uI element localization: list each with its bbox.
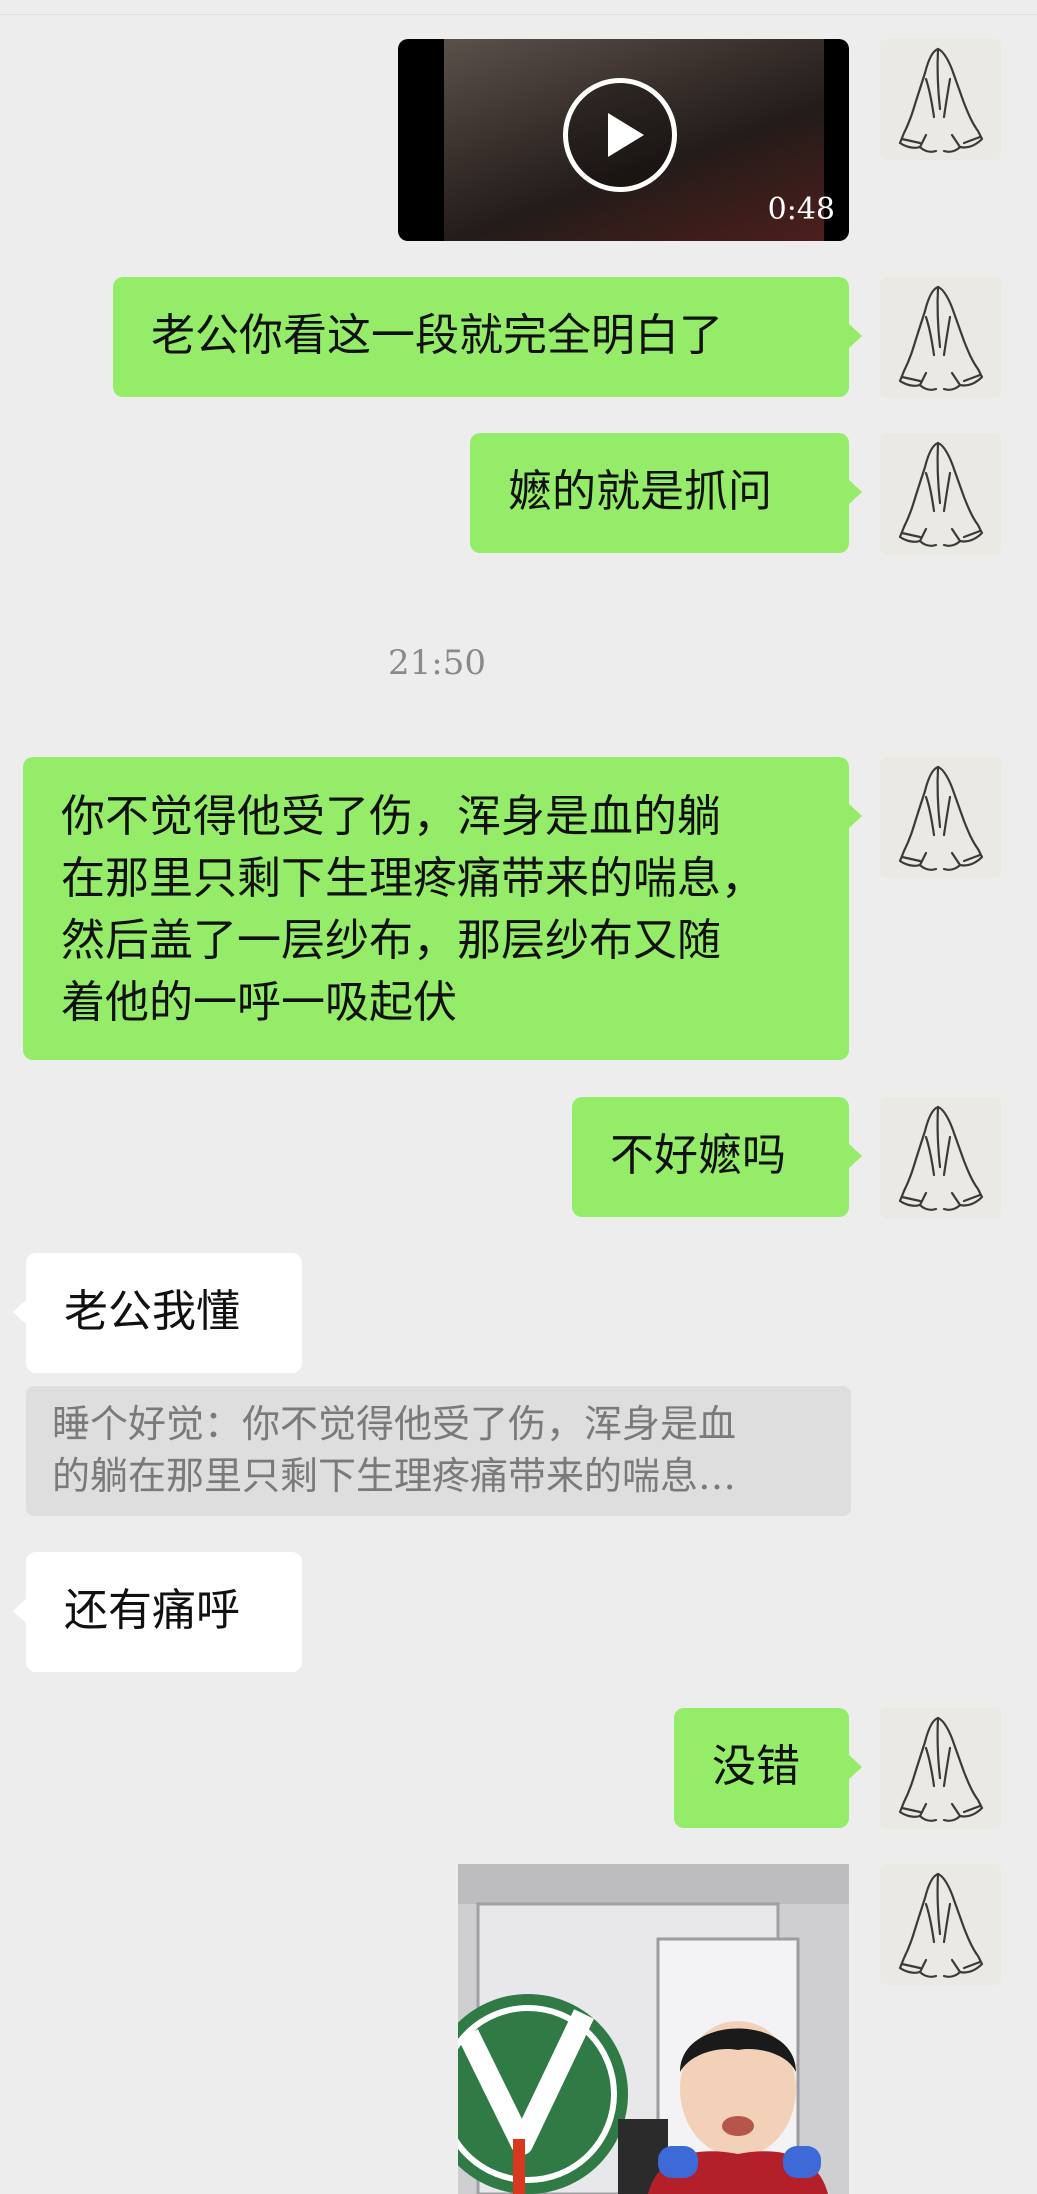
message-text: 老公你看这一段就完全明白了: [151, 310, 723, 361]
my-avatar[interactable]: [880, 277, 1001, 398]
praying-hands-sketch-icon: [880, 1097, 1001, 1218]
quote-line: 睡个好觉：你不觉得他受了伤，浑身是血: [52, 1402, 737, 1446]
message-text: 老公我懂: [64, 1286, 240, 1337]
message-bubble-received[interactable]: 老公我懂: [13, 1253, 302, 1373]
chat-timestamp: 21:50: [388, 643, 486, 683]
my-avatar[interactable]: [880, 39, 1001, 160]
message-bubble-sent[interactable]: 不好嬷吗: [572, 1097, 862, 1217]
message-text: 还有痛呼: [64, 1585, 240, 1636]
quote-line: 的躺在那里只剩下生理疼痛带来的喘息…: [52, 1454, 737, 1498]
message-bubble-sent[interactable]: 嬷的就是抓问: [470, 433, 862, 553]
video-message[interactable]: 0:48: [398, 39, 849, 241]
message-bubble-sent[interactable]: 老公你看这一段就完全明白了: [113, 277, 862, 397]
praying-hands-sketch-icon: [880, 39, 1001, 160]
message-text: 没错: [712, 1741, 800, 1792]
my-avatar[interactable]: [880, 1097, 1001, 1218]
message-line: 然后盖了一层纱布，那层纱布又随: [61, 915, 721, 966]
message-bubble-sent[interactable]: 你不觉得他受了伤，浑身是血的躺 在那里只剩下生理疼痛带来的喘息， 然后盖了一层纱…: [23, 757, 862, 1060]
message-text: 嬷的就是抓问: [508, 466, 772, 517]
image-thumbnail: [458, 1864, 849, 2194]
praying-hands-sketch-icon: [880, 277, 1001, 398]
my-avatar[interactable]: [880, 1708, 1001, 1829]
image-message[interactable]: [458, 1864, 849, 2194]
my-avatar[interactable]: [880, 433, 1001, 554]
praying-hands-sketch-icon: [880, 433, 1001, 554]
my-avatar[interactable]: [880, 757, 1001, 878]
praying-hands-sketch-icon: [880, 1708, 1001, 1829]
message-bubble-sent[interactable]: 没错: [674, 1708, 862, 1828]
top-divider: [0, 14, 1037, 15]
video-duration: 0:48: [767, 192, 835, 227]
play-icon[interactable]: [563, 78, 677, 192]
praying-hands-sketch-icon: [880, 1864, 1001, 1985]
message-text: 不好嬷吗: [610, 1130, 786, 1181]
message-line: 着他的一呼一吸起伏: [61, 977, 457, 1028]
message-line: 在那里只剩下生理疼痛带来的喘息，: [61, 853, 765, 904]
my-avatar[interactable]: [880, 1864, 1001, 1985]
message-bubble-received[interactable]: 还有痛呼: [13, 1552, 302, 1672]
praying-hands-sketch-icon: [880, 757, 1001, 878]
message-line: 你不觉得他受了伤，浑身是血的躺: [61, 791, 721, 842]
quoted-message[interactable]: 睡个好觉：你不觉得他受了伤，浑身是血 的躺在那里只剩下生理疼痛带来的喘息…: [26, 1386, 851, 1516]
